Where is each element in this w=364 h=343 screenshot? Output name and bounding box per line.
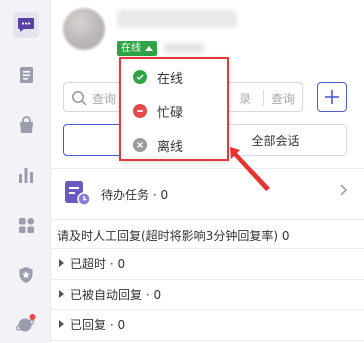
main-panel: 在线 查询 录 查询 今 全部会话 待办任务 · 0	[51, 0, 364, 343]
sidebar-item-statistics[interactable]	[13, 162, 39, 188]
group-timed-out[interactable]: 已超时 · 0	[51, 249, 364, 277]
chevron-right-icon	[340, 184, 348, 200]
check-circle-icon	[133, 70, 147, 84]
todo-tasks-label: 待办任务 · 0	[101, 188, 169, 202]
chat-icon	[18, 18, 34, 32]
caret-right-icon	[59, 290, 64, 298]
search-input-placeholder[interactable]: 查询	[92, 90, 116, 107]
sidebar-item-document[interactable]	[13, 62, 39, 88]
sidebar-item-shop[interactable]	[13, 112, 39, 138]
search-partial-text: 录	[239, 92, 252, 106]
group-auto-replied[interactable]: 已被自动回复 · 0	[51, 280, 364, 308]
status-dropdown-menu: 在线 忙碌 离线	[119, 57, 229, 161]
document-icon	[19, 67, 33, 83]
search-icon	[72, 91, 87, 106]
reply-notice: 请及时人工回复(超时将影响3分钟回复率) 0	[57, 229, 290, 243]
bar-chart-icon	[19, 168, 33, 183]
caret-right-icon	[59, 259, 64, 267]
planet-icon	[15, 314, 36, 332]
group-label: 已超时 · 0	[70, 256, 126, 271]
sidebar	[0, 0, 51, 343]
minus-circle-icon	[133, 104, 147, 118]
divider	[51, 340, 364, 341]
status-option-busy[interactable]: 忙碌	[121, 94, 227, 128]
x-circle-icon	[133, 138, 147, 152]
divider	[51, 219, 364, 220]
status-option-label: 离线	[157, 139, 184, 155]
bag-icon	[19, 116, 33, 133]
apps-grid-icon	[18, 217, 34, 233]
plus-icon	[325, 90, 339, 104]
sidebar-item-chat[interactable]	[13, 12, 39, 38]
todo-tasks-row[interactable]: 待办任务 · 0	[51, 170, 364, 216]
search-divider	[263, 90, 264, 106]
group-label: 已回复 · 0	[70, 317, 126, 332]
annotation-arrow-icon	[230, 147, 270, 191]
sidebar-item-discover[interactable]	[13, 311, 39, 337]
status-option-label: 忙碌	[157, 105, 184, 121]
search-button[interactable]: 查询	[271, 90, 295, 107]
account-info-blurred	[164, 43, 204, 53]
status-option-offline[interactable]: 离线	[121, 128, 227, 162]
status-option-label: 在线	[157, 71, 184, 87]
group-label: 已被自动回复 · 0	[70, 287, 162, 302]
caret-up-icon	[145, 46, 153, 51]
caret-right-icon	[59, 320, 64, 328]
sidebar-item-security[interactable]	[13, 262, 39, 288]
group-replied[interactable]: 已回复 · 0	[51, 310, 364, 338]
shield-star-icon	[19, 267, 33, 283]
status-chip-label: 在线	[121, 43, 141, 54]
task-clipboard-icon	[65, 181, 91, 206]
notification-badge	[29, 314, 36, 320]
avatar[interactable]	[63, 8, 105, 50]
status-selector[interactable]: 在线	[117, 41, 157, 56]
username-blurred	[117, 10, 237, 28]
status-option-online[interactable]: 在线	[121, 60, 227, 94]
add-button[interactable]	[317, 82, 347, 112]
sidebar-item-apps[interactable]	[13, 212, 39, 238]
divider	[51, 168, 364, 169]
